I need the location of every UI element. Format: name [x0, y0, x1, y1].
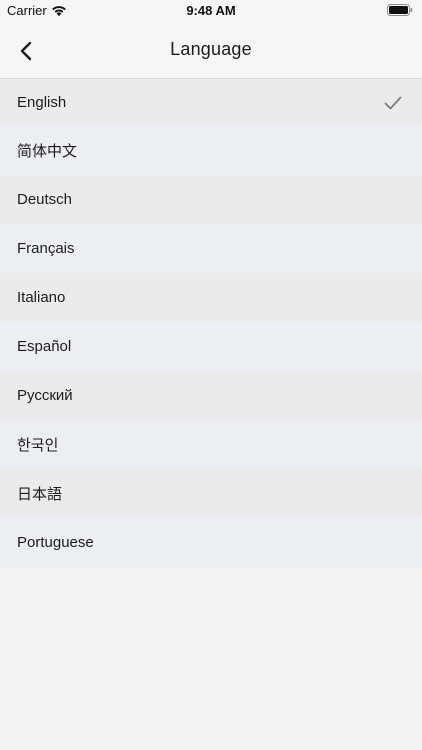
language-item-japanese[interactable]: 日本語 [0, 469, 422, 518]
language-item-spanish[interactable]: Español [0, 322, 422, 371]
language-label: Français [17, 240, 75, 257]
language-item-english[interactable]: English [0, 79, 422, 126]
language-item-portuguese[interactable]: Portuguese [0, 518, 422, 567]
navigation-bar: Language [0, 24, 422, 79]
language-item-italian[interactable]: Italiano [0, 273, 422, 322]
language-label: Deutsch [17, 191, 73, 208]
language-item-french[interactable]: Français [0, 224, 422, 273]
language-item-korean[interactable]: 한국인 [0, 420, 422, 469]
checkmark-icon [384, 96, 402, 109]
language-label: English [17, 94, 67, 111]
language-label: Portuguese [17, 534, 94, 551]
battery-full-icon [387, 4, 413, 16]
language-label: Italiano [17, 289, 66, 306]
language-label: Русский [17, 387, 73, 404]
page-title: Language [170, 39, 252, 59]
status-bar: Carrier 9:48 AM [0, 0, 422, 24]
language-label: Español [17, 338, 72, 355]
language-item-german[interactable]: Deutsch [0, 175, 422, 224]
status-time: 9:48 AM [186, 3, 236, 18]
language-item-simplified-chinese[interactable]: 简体中文 [0, 126, 422, 175]
language-label: 日本語 [17, 486, 63, 503]
language-label: 简体中文 [17, 143, 78, 160]
language-item-russian[interactable]: Русский [0, 371, 422, 420]
language-label: 한국인 [17, 437, 59, 454]
language-list: English 简体中文 Deutsch Français Italiano E… [0, 79, 422, 567]
